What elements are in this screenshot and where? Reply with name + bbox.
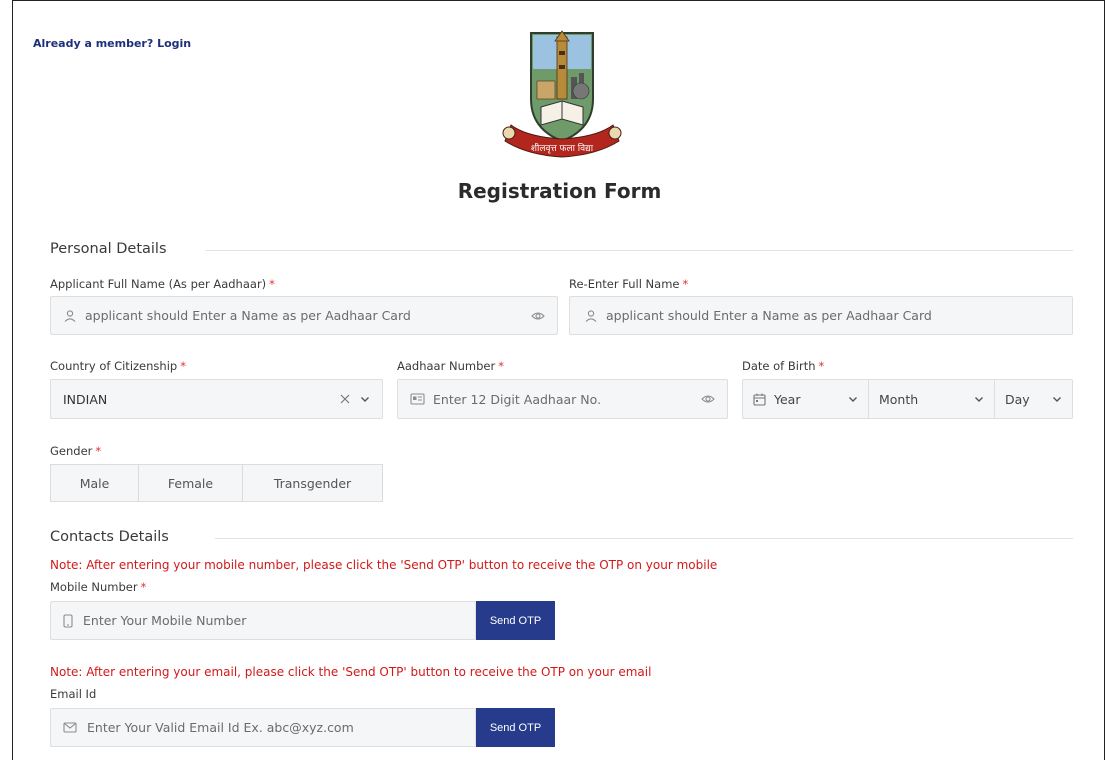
- mobile-input[interactable]: Enter Your Mobile Number: [50, 601, 476, 640]
- eye-icon[interactable]: [701, 392, 715, 406]
- contacts-details-heading: Contacts Details: [50, 529, 169, 545]
- dob-month-select[interactable]: Month: [869, 380, 995, 418]
- email-otp-note: Note: After entering your email, please …: [50, 665, 652, 679]
- full-name-label: Applicant Full Name (As per Aadhaar) *: [50, 277, 275, 291]
- login-link[interactable]: Already a member? Login: [33, 37, 191, 50]
- aadhaar-input[interactable]: Enter 12 Digit Aadhaar No.: [397, 379, 728, 419]
- dob-day-select[interactable]: Day: [995, 380, 1072, 418]
- gender-label: Gender *: [50, 444, 102, 458]
- email-label: Email Id: [50, 687, 97, 701]
- full-name-input[interactable]: applicant should Enter a Name as per Aad…: [50, 296, 558, 335]
- mail-icon: [63, 722, 77, 733]
- gender-transgender-option[interactable]: Transgender: [243, 465, 382, 501]
- dob-group: Year Month Day: [742, 379, 1073, 419]
- mobile-otp-note: Note: After entering your mobile number,…: [50, 558, 718, 572]
- page-frame: Already a member? Login शीलवृत्त फला विद…: [12, 0, 1105, 760]
- dob-label: Date of Birth *: [742, 359, 825, 373]
- calendar-icon: [753, 393, 766, 406]
- citizenship-select[interactable]: INDIAN: [50, 379, 383, 419]
- logo-motto: शीलवृत्त फला विद्या: [531, 142, 594, 154]
- re-full-name-input[interactable]: applicant should Enter a Name as per Aad…: [569, 296, 1073, 335]
- gender-toggle-group: Male Female Transgender: [50, 464, 383, 502]
- send-mobile-otp-button[interactable]: Send OTP: [476, 601, 555, 640]
- gender-female-option[interactable]: Female: [139, 465, 243, 501]
- chevron-down-icon: [848, 394, 858, 404]
- email-input[interactable]: Enter Your Valid Email Id Ex. abc@xyz.co…: [50, 708, 476, 747]
- mobile-label: Mobile Number *: [50, 580, 147, 594]
- re-full-name-label: Re-Enter Full Name *: [569, 277, 689, 291]
- eye-icon[interactable]: [531, 309, 545, 323]
- gender-male-option[interactable]: Male: [51, 465, 139, 501]
- mobile-phone-icon: [63, 613, 73, 628]
- id-card-icon: [410, 393, 425, 405]
- personal-details-heading: Personal Details: [50, 241, 167, 257]
- chevron-down-icon: [1052, 394, 1062, 404]
- user-icon: [584, 309, 598, 323]
- dob-year-select[interactable]: Year: [743, 380, 869, 418]
- chevron-down-icon[interactable]: [360, 394, 370, 404]
- chevron-down-icon: [974, 394, 984, 404]
- user-icon: [63, 309, 77, 323]
- aadhaar-label: Aadhaar Number *: [397, 359, 504, 373]
- form-title: Registration Form: [457, 179, 662, 203]
- citizenship-label: Country of Citizenship *: [50, 359, 186, 373]
- section-divider: [215, 538, 1073, 539]
- university-logo: शीलवृत्त फला विद्या: [502, 30, 622, 158]
- section-divider: [205, 250, 1073, 251]
- clear-icon[interactable]: [340, 394, 350, 404]
- send-email-otp-button[interactable]: Send OTP: [476, 708, 555, 747]
